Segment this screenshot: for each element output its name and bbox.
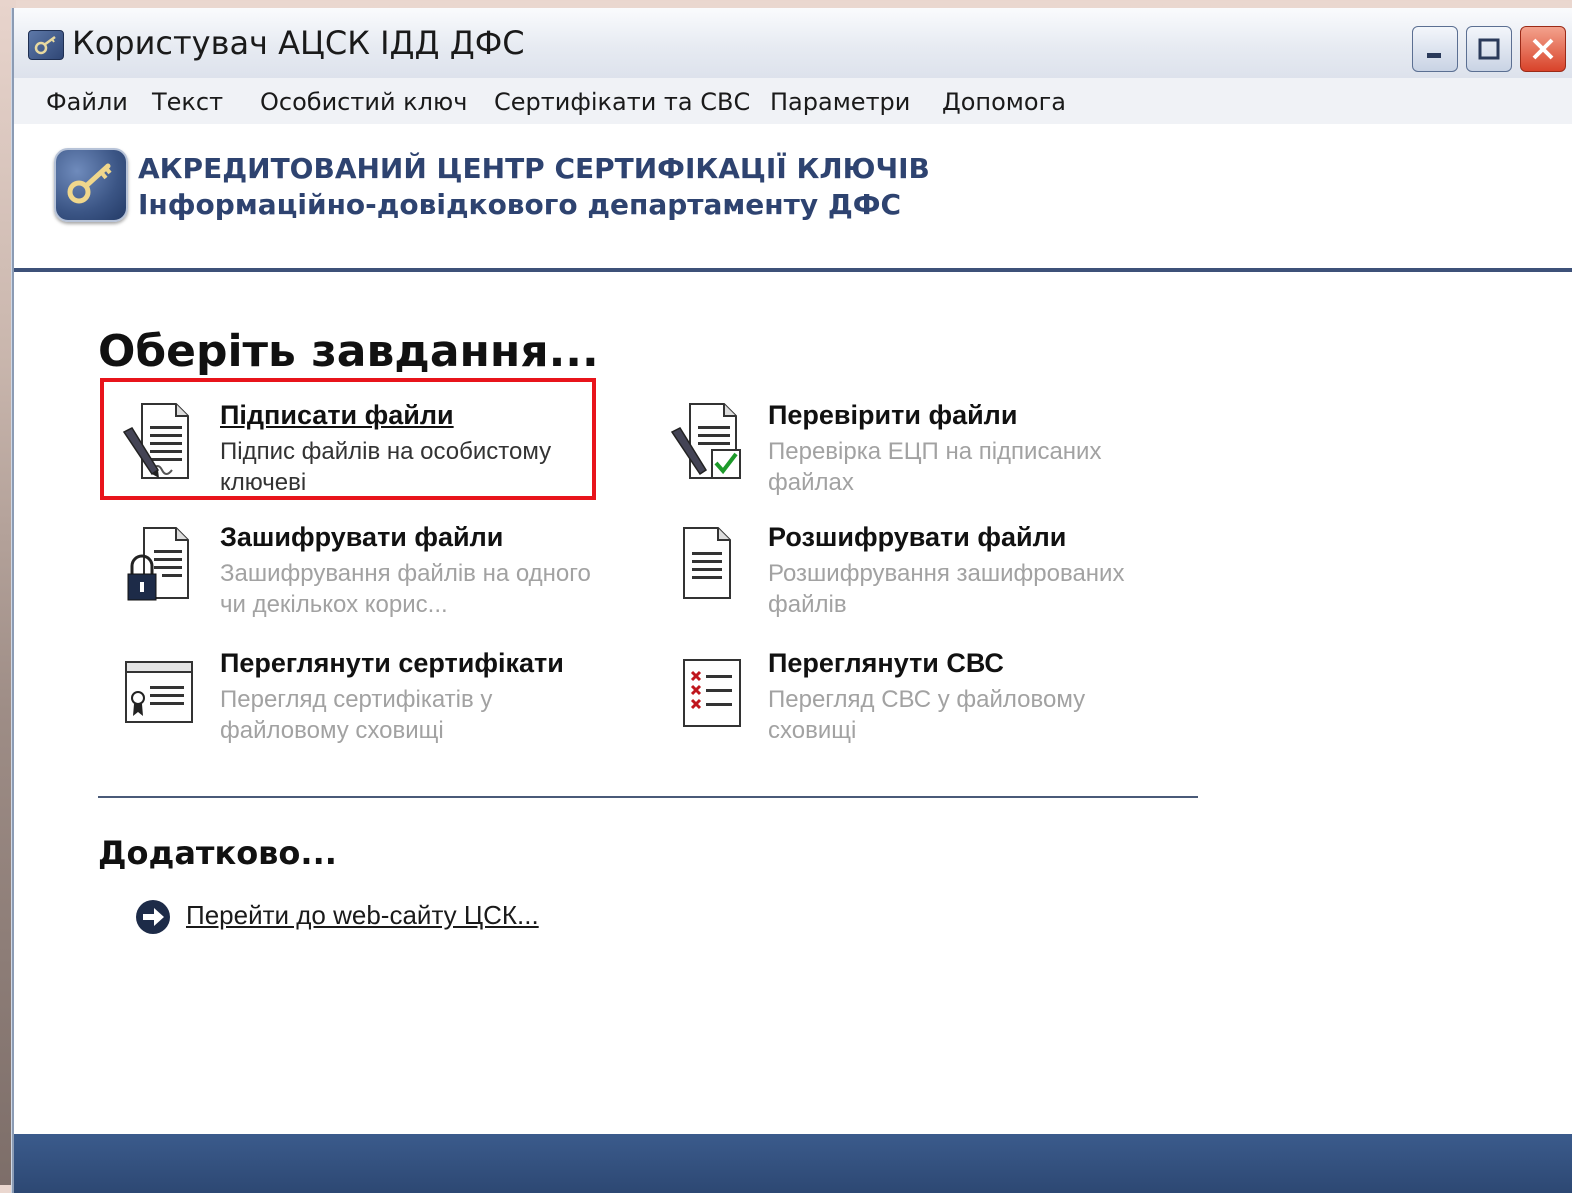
additional-heading: Додатково... [98,834,337,872]
revocation-list-icon [683,659,741,727]
menu-bar: Файли Текст Особистий ключ Сертифікати т… [14,78,1572,124]
task-view-crl[interactable]: Переглянути СВС Перегляд СВС у файловому… [650,634,1150,752]
maximize-icon [1478,38,1500,60]
decrypt-document-icon [683,527,731,599]
task-encrypt-files[interactable]: Зашифрувати файли Зашифрування файлів на… [102,508,602,626]
org-name-line1: АКРЕДИТОВАНИЙ ЦЕНТР СЕРТИФІКАЦІЇ КЛЮЧІВ [138,152,930,185]
task-title[interactable]: Зашифрувати файли [220,522,503,553]
verify-document-icon [670,403,741,479]
page-title: Оберіть завдання... [98,326,599,377]
task-view-certificates[interactable]: Переглянути сертифікати Перегляд сертифі… [102,634,602,752]
menu-parameters[interactable]: Параметри [770,88,910,116]
close-icon [1532,38,1554,60]
task-description: Розшифрування зашифрованих файлів [768,560,1125,618]
header-divider [14,268,1572,272]
task-description: Перегляд СВС у файловому сховищі [768,686,1086,744]
certificate-icon [125,661,193,723]
menu-private-key[interactable]: Особистий ключ [260,88,467,116]
task-description: Перегляд сертифікатів у файловому сховищ… [220,686,493,744]
menu-certificates[interactable]: Сертифікати та СВС [494,88,750,116]
menu-files[interactable]: Файли [46,88,128,116]
menu-help[interactable]: Допомога [942,88,1066,116]
task-verify-files[interactable]: Перевірити файли Перевірка ЕЦП на підпис… [650,386,1150,504]
window-title: Користувач АЦСК ІДД ДФС [72,24,525,62]
task-description: Перевірка ЕЦП на підписаних файлах [768,438,1102,496]
menu-text[interactable]: Текст [152,88,223,116]
arrow-right-icon [136,900,170,934]
title-bar[interactable]: Користувач АЦСК ІДД ДФС [14,8,1572,79]
footer-bar [14,1134,1572,1193]
maximize-button[interactable] [1466,26,1512,72]
encrypt-document-icon [127,527,189,601]
selection-highlight [100,378,596,500]
task-description: Зашифрування файлів на одного чи декільк… [220,560,591,618]
website-link[interactable]: Перейти до web-сайту ЦСК... [186,900,539,931]
minimize-icon [1427,53,1441,58]
task-title[interactable]: Перевірити файли [768,400,1017,431]
section-divider [98,796,1198,798]
task-title[interactable]: Переглянути сертифікати [220,648,564,679]
app-icon [28,30,64,60]
minimize-button[interactable] [1412,26,1458,72]
app-window: Користувач АЦСК ІДД ДФС Файли Текст Особ… [12,8,1572,1193]
key-logo-icon [54,148,128,222]
task-title[interactable]: Розшифрувати файли [768,522,1066,553]
close-button[interactable] [1520,26,1566,72]
header-banner: АКРЕДИТОВАНИЙ ЦЕНТР СЕРТИФІКАЦІЇ КЛЮЧІВ … [14,124,1572,268]
task-title[interactable]: Переглянути СВС [768,648,1004,679]
org-name-line2: Інформаційно-довідкового департаменту ДФ… [138,188,902,221]
task-decrypt-files[interactable]: Розшифрувати файли Розшифрування зашифро… [650,508,1150,626]
